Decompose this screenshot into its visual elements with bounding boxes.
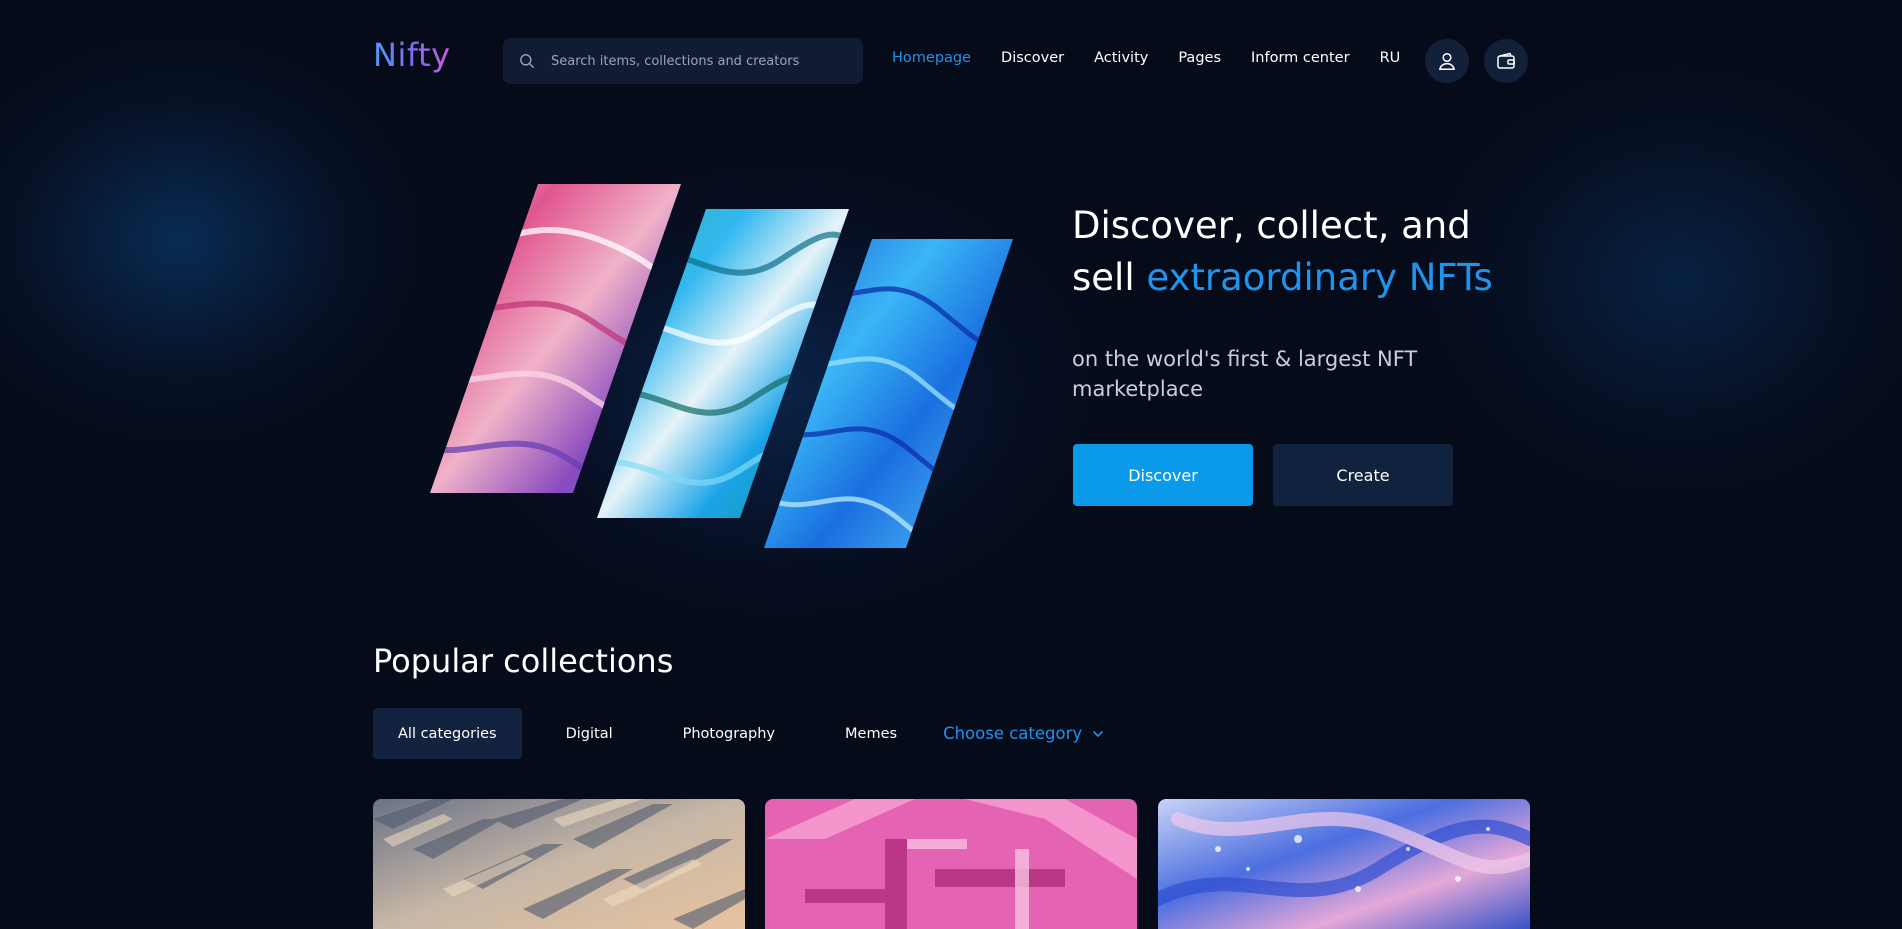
hero-title-line1: Discover, collect, and bbox=[1072, 204, 1471, 247]
collection-image-fluid-art bbox=[1158, 799, 1530, 929]
create-button[interactable]: Create bbox=[1273, 444, 1453, 506]
chevron-down-icon bbox=[1093, 730, 1103, 737]
collection-card-2[interactable] bbox=[765, 799, 1137, 929]
hero-title-accent: extraordinary NFTs bbox=[1146, 256, 1493, 299]
hero-artwork bbox=[430, 184, 1013, 548]
category-filters: All categories Digital Photography Memes… bbox=[373, 708, 1104, 759]
choose-category-dropdown[interactable]: Choose category bbox=[943, 724, 1104, 743]
category-memes[interactable]: Memes bbox=[805, 708, 941, 759]
collection-card-3[interactable] bbox=[1158, 799, 1530, 929]
category-photography[interactable]: Photography bbox=[643, 708, 805, 759]
collection-image-pink-maze bbox=[765, 799, 1137, 929]
collection-card-1[interactable] bbox=[373, 799, 745, 929]
popular-collections-title: Popular collections bbox=[373, 642, 674, 680]
discover-button[interactable]: Discover bbox=[1073, 444, 1253, 506]
collection-image-architecture bbox=[373, 799, 745, 929]
hero-title: Discover, collect, and sell extraordinar… bbox=[1072, 200, 1532, 304]
category-all[interactable]: All categories bbox=[373, 708, 522, 759]
category-digital[interactable]: Digital bbox=[522, 708, 643, 759]
hero-title-prefix: sell bbox=[1072, 256, 1147, 299]
hero-title-line2: sell extraordinary NFTs bbox=[1072, 252, 1532, 304]
choose-category-label: Choose category bbox=[943, 724, 1083, 743]
hero-subtitle: on the world's first & largest NFT marke… bbox=[1072, 347, 1418, 401]
